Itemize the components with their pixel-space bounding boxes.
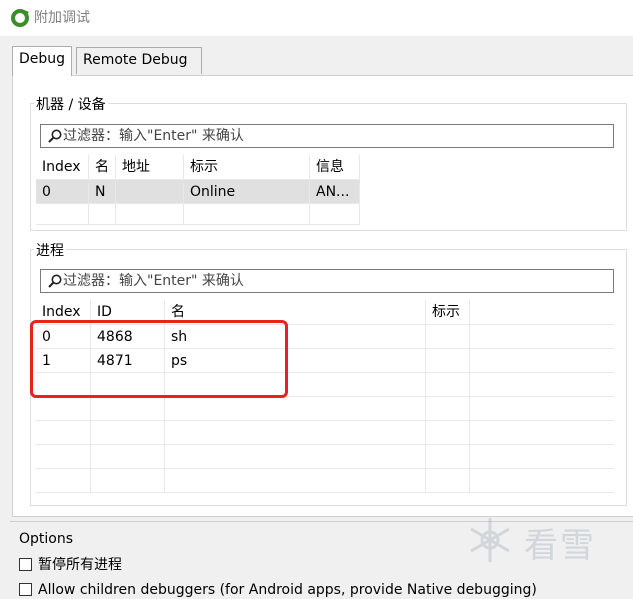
empty-cell: [116, 204, 184, 225]
process-row-label[interactable]: [426, 349, 470, 373]
title-bar: 附加调试: [0, 0, 633, 36]
col-header-index[interactable]: Index: [36, 155, 89, 180]
empty-cell: [426, 445, 470, 469]
empty-cell: [91, 421, 165, 445]
watermark-text: 看雪: [524, 526, 596, 566]
processes-filter-input[interactable]: [63, 270, 583, 292]
empty-cell: [36, 397, 91, 421]
allow-children-debuggers-option[interactable]: Allow children debuggers (for Android ap…: [19, 581, 537, 599]
empty-cell: [470, 373, 614, 397]
snowflake-icon: [470, 518, 510, 562]
highlight-box: [30, 320, 288, 398]
empty-cell: [36, 445, 91, 469]
col-header-info[interactable]: 信息: [310, 155, 360, 180]
options-label: Options: [19, 531, 74, 547]
empty-cell: [470, 469, 614, 493]
empty-cell: [184, 204, 310, 225]
empty-cell: [91, 397, 165, 421]
machines-filter-field[interactable]: [40, 124, 614, 148]
empty-cell: [470, 445, 614, 469]
col-header-address[interactable]: 地址: [116, 155, 184, 180]
empty-cell: [470, 349, 614, 373]
col-header-label[interactable]: 标示: [426, 300, 470, 325]
empty-cell: [36, 469, 91, 493]
empty-cell: [91, 445, 165, 469]
processes-group-label: 进程: [34, 240, 66, 260]
empty-cell: [470, 397, 614, 421]
empty-cell: [36, 204, 89, 225]
tab-bar: Debug Remote Debug: [0, 36, 633, 76]
refresh-ring-icon: [11, 9, 29, 27]
col-header-label[interactable]: 标示: [184, 155, 310, 180]
machines-table: Index 名 地址 标示 信息 0 N Online AN...: [36, 155, 360, 225]
search-icon: [48, 129, 62, 143]
col-header-filler: [470, 300, 614, 325]
empty-cell: [91, 469, 165, 493]
window-title: 附加调试: [34, 10, 90, 26]
col-header-name[interactable]: 名: [89, 155, 116, 180]
tab-remote-debug[interactable]: Remote Debug: [76, 47, 202, 74]
pause-all-processes-checkbox[interactable]: [19, 558, 32, 571]
empty-cell: [89, 204, 116, 225]
machine-row-name[interactable]: N: [89, 180, 116, 204]
empty-cell: [426, 397, 470, 421]
empty-cell: [165, 421, 426, 445]
empty-cell: [310, 204, 360, 225]
search-icon: [48, 274, 62, 288]
processes-filter-field[interactable]: [40, 269, 614, 293]
empty-cell: [470, 325, 614, 349]
tab-debug[interactable]: Debug: [12, 46, 73, 76]
empty-cell: [426, 373, 470, 397]
allow-children-debuggers-label: Allow children debuggers (for Android ap…: [38, 582, 537, 598]
machine-row-index[interactable]: 0: [36, 180, 89, 204]
empty-cell: [36, 421, 91, 445]
empty-cell: [165, 445, 426, 469]
watermark-logo: 看雪: [462, 512, 612, 568]
empty-cell: [165, 469, 426, 493]
machine-row-address[interactable]: [116, 180, 184, 204]
pause-all-processes-option[interactable]: 暂停所有进程: [19, 556, 122, 574]
machines-group-label: 机器 / 设备: [34, 94, 108, 114]
allow-children-debuggers-checkbox[interactable]: [19, 583, 32, 596]
empty-cell: [426, 469, 470, 493]
pause-all-processes-label: 暂停所有进程: [38, 557, 122, 573]
machine-row-info[interactable]: AN...: [310, 180, 360, 204]
empty-cell: [470, 421, 614, 445]
empty-cell: [426, 421, 470, 445]
machine-row-label[interactable]: Online: [184, 180, 310, 204]
empty-cell: [165, 397, 426, 421]
process-row-label[interactable]: [426, 325, 470, 349]
machines-filter-input[interactable]: [63, 125, 583, 147]
